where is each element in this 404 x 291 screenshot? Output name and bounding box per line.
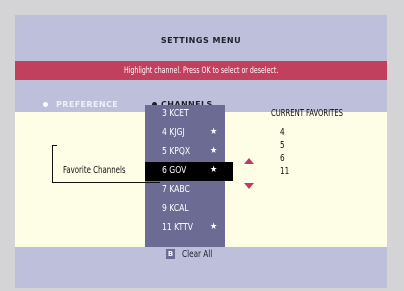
channel-row[interactable]: 11 KTTV ★ [145,219,225,238]
channel-label: 5 KPQX [162,146,191,157]
instruction-bar: Highlight channel. Press OK to select or… [15,61,387,80]
current-favorite-item: 4 [280,127,285,138]
channel-row[interactable]: 7 KABC [145,181,225,200]
channel-row[interactable]: 5 KPQX ★ [145,143,225,162]
favorite-star-icon: ★ [210,127,218,137]
current-favorite-item: 6 [280,153,285,164]
bracket-line [52,182,160,183]
channel-label: 3 KCET [162,108,189,119]
channel-label: 11 KTTV [162,222,193,233]
tab-preference-label: PREFERENCE [56,100,119,109]
channel-label: 7 KABC [162,184,190,195]
bracket-line [52,145,53,182]
scroll-up-arrow-icon[interactable] [244,158,254,164]
channel-row[interactable]: 4 KJGJ ★ [145,124,225,143]
clear-all-button[interactable]: Clear All [182,249,212,260]
instruction-text: Highlight channel. Press OK to select or… [123,65,279,76]
current-favorite-item: 5 [280,140,285,151]
channel-label: 9 KCAL [162,203,189,214]
favorite-star-icon: ★ [210,165,218,175]
channel-list: 3 KCET 4 KJGJ ★ 5 KPQX ★ 6 GOV ★ 7 KABC … [145,105,233,247]
scroll-down-arrow-icon[interactable] [244,183,254,189]
channel-label: 4 KJGJ [162,127,185,138]
channel-row-selected[interactable]: 6 GOV ★ [145,162,233,181]
favorite-star-icon: ★ [210,222,218,232]
current-favorite-item: 11 [280,166,290,177]
tab-preference[interactable]: PREFERENCE [43,100,118,109]
tab-indicator-dot [43,102,48,107]
favorite-star-icon: ★ [210,146,218,156]
channel-row[interactable]: 9 KCAL [145,200,225,219]
menu-title: SETTINGS MENU [160,35,242,45]
current-favorites-title: CURRENT FAVORITES [271,108,344,119]
channel-label: 6 GOV [162,165,187,176]
favorite-channels-label: Favorite Channels [63,165,126,176]
channel-row[interactable]: 3 KCET [145,105,225,124]
menu-header: SETTINGS MENU [15,15,387,61]
b-button-icon: B [166,249,175,259]
